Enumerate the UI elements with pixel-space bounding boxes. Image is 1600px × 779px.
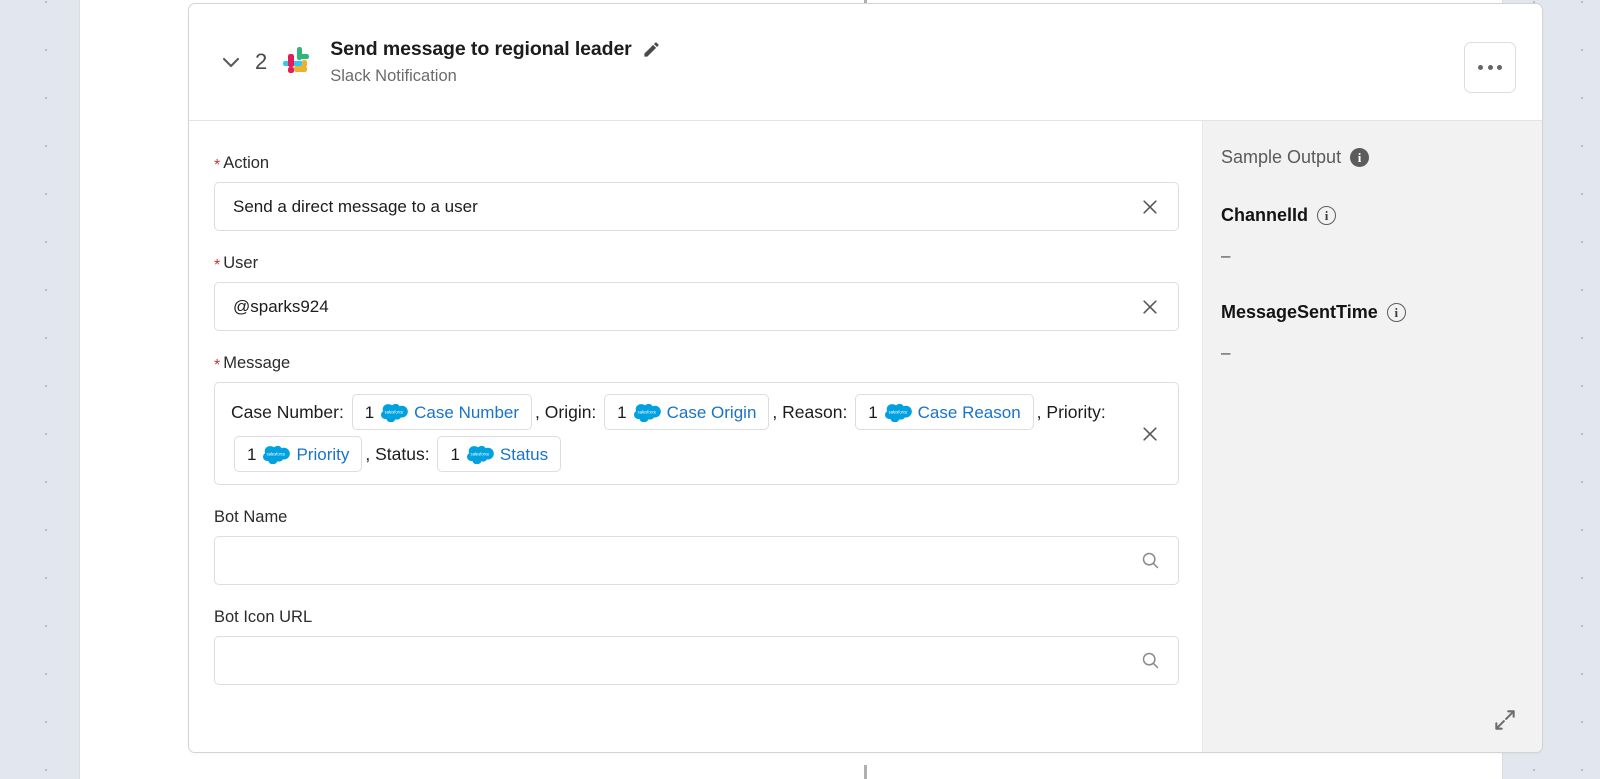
- salesforce-icon: salesforce: [381, 403, 407, 421]
- token-step-number: 1: [247, 446, 256, 463]
- field-user: * User @sparks924: [214, 254, 1202, 331]
- connector-line-bottom: [864, 765, 867, 779]
- step-card-header: 2 Send message t: [189, 4, 1542, 121]
- step-card-body: * Action Send a direct message to a user: [189, 121, 1542, 753]
- action-label: * Action: [214, 154, 1202, 173]
- step-subtitle: Slack Notification: [330, 67, 661, 86]
- message-label: * Message: [214, 354, 1202, 373]
- message-input[interactable]: Case Number: 1 salesforce Case Number , Ori…: [214, 382, 1179, 485]
- search-icon[interactable]: [1138, 649, 1162, 673]
- bot-icon-url-label: Bot Icon URL: [214, 608, 1202, 627]
- token-step-number: 1: [617, 404, 626, 421]
- close-icon[interactable]: [1138, 295, 1162, 319]
- flow-canvas: 2 Send message t: [0, 0, 1600, 779]
- field-action: * Action Send a direct message to a user: [214, 154, 1202, 231]
- message-content: Case Number: 1 salesforce Case Number , Ori…: [231, 394, 1126, 472]
- sample-output-item-name-row: MessageSentTime i: [1221, 302, 1542, 323]
- sample-output-item-value: –: [1221, 343, 1542, 363]
- svg-text:salesforce: salesforce: [637, 410, 656, 415]
- svg-text:salesforce: salesforce: [385, 410, 404, 415]
- info-outline-icon[interactable]: i: [1387, 303, 1406, 322]
- chevron-down-icon[interactable]: [216, 47, 246, 77]
- info-filled-icon[interactable]: i: [1350, 148, 1369, 167]
- user-label-text: User: [223, 254, 258, 273]
- message-label-text: Message: [223, 354, 290, 373]
- sample-output-item-value: –: [1221, 246, 1542, 266]
- step-card: 2 Send message t: [188, 3, 1543, 753]
- sample-output-title-text: Sample Output: [1221, 147, 1341, 168]
- message-static-text: , Origin:: [535, 397, 601, 427]
- message-static-text: , Priority:: [1037, 397, 1111, 427]
- sample-output-item-name: MessageSentTime: [1221, 302, 1378, 323]
- svg-text:salesforce: salesforce: [888, 410, 907, 415]
- salesforce-icon: salesforce: [885, 403, 911, 421]
- sample-output-list: ChannelId i – MessageSentTime i –: [1221, 205, 1542, 363]
- step-index: 2: [255, 49, 267, 75]
- svg-text:salesforce: salesforce: [471, 452, 490, 457]
- merge-field-token[interactable]: 1 salesforce Case Reason: [855, 394, 1033, 430]
- salesforce-icon: salesforce: [467, 445, 493, 463]
- field-message: * Message Case Number: 1 salesforce Case N…: [214, 354, 1202, 485]
- token-step-number: 1: [365, 404, 374, 421]
- user-input[interactable]: @sparks924: [214, 282, 1179, 331]
- merge-field-token[interactable]: 1 salesforce Case Origin: [604, 394, 769, 430]
- form-column: * Action Send a direct message to a user: [189, 121, 1202, 753]
- bot-name-label: Bot Name: [214, 508, 1202, 527]
- token-field-label: Status: [500, 446, 548, 463]
- sample-output-panel: Sample Output i ChannelIdi–MessageSentTi…: [1202, 121, 1542, 753]
- token-field-label: Case Number: [414, 404, 519, 421]
- action-value: Send a direct message to a user: [233, 197, 478, 217]
- action-input[interactable]: Send a direct message to a user: [214, 182, 1179, 231]
- bot-icon-url-input-wrapper[interactable]: [214, 636, 1179, 685]
- token-field-label: Case Reason: [918, 404, 1021, 421]
- info-outline-icon[interactable]: i: [1317, 206, 1336, 225]
- field-bot-icon-url: Bot Icon URL: [214, 608, 1202, 685]
- salesforce-icon: salesforce: [263, 445, 289, 463]
- token-step-number: 1: [868, 404, 877, 421]
- sample-output-title: Sample Output i: [1221, 147, 1542, 168]
- user-value: @sparks924: [233, 297, 329, 317]
- sample-output-item-name: ChannelId: [1221, 205, 1308, 226]
- token-field-label: Case Origin: [667, 404, 757, 421]
- message-static-text: , Reason:: [772, 397, 852, 427]
- sample-output-item: ChannelId i –: [1221, 205, 1542, 266]
- message-static-text: , Status:: [365, 439, 434, 469]
- salesforce-icon: salesforce: [634, 403, 660, 421]
- merge-field-token[interactable]: 1 salesforce Case Number: [352, 394, 532, 430]
- message-static-text: Case Number:: [231, 397, 349, 427]
- expand-diagonal-icon[interactable]: [1492, 707, 1518, 733]
- step-header-text: Send message to regional leader Slack No…: [330, 38, 661, 86]
- close-icon[interactable]: [1138, 422, 1162, 446]
- token-field-label: Priority: [296, 446, 349, 463]
- merge-field-token[interactable]: 1 salesforce Priority: [234, 436, 362, 472]
- user-label: * User: [214, 254, 1202, 273]
- required-marker: *: [214, 258, 220, 274]
- step-title: Send message to regional leader: [330, 38, 631, 61]
- sample-output-item: MessageSentTime i –: [1221, 302, 1542, 363]
- action-label-text: Action: [223, 154, 269, 173]
- ellipsis-icon[interactable]: [1464, 42, 1516, 93]
- merge-field-token[interactable]: 1 salesforce Status: [437, 436, 561, 472]
- slack-icon: [283, 47, 313, 77]
- search-icon[interactable]: [1138, 549, 1162, 573]
- bot-name-input-wrapper[interactable]: [214, 536, 1179, 585]
- svg-text:salesforce: salesforce: [267, 452, 286, 457]
- field-bot-name: Bot Name: [214, 508, 1202, 585]
- flow-lane: 2 Send message t: [79, 0, 1503, 779]
- required-marker: *: [214, 358, 220, 374]
- sample-output-item-name-row: ChannelId i: [1221, 205, 1542, 226]
- close-icon[interactable]: [1138, 195, 1162, 219]
- token-step-number: 1: [450, 446, 459, 463]
- required-marker: *: [214, 158, 220, 174]
- pencil-icon[interactable]: [642, 40, 662, 60]
